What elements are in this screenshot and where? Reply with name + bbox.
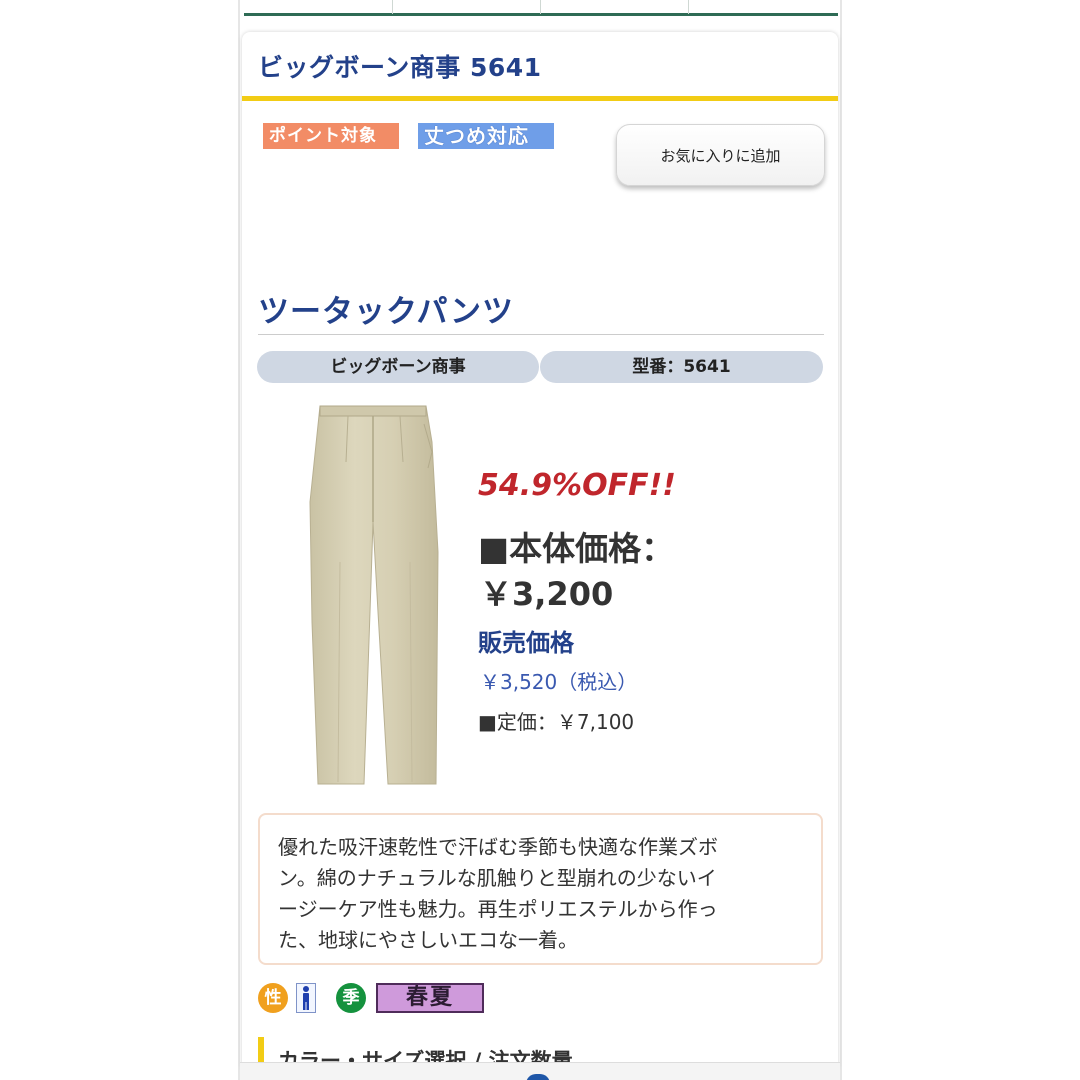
maker-label: ビッグボーン商事 — [257, 351, 539, 383]
bottom-bar — [240, 1062, 840, 1080]
point-badge: ポイント対象 — [263, 123, 399, 149]
discount-rate: 54.9%OFF!! — [478, 468, 676, 503]
shop-title: ビッグボーン商事 5641 — [258, 53, 542, 82]
body-price: ￥3,200 — [480, 575, 614, 613]
top-nav-bar[interactable] — [244, 0, 838, 16]
description-line: 優れた吸汗速乾性で汗ばむ季節も快適な作業ズボ — [278, 835, 718, 859]
nav-separator — [392, 0, 393, 14]
product-description: 優れた吸汗速乾性で汗ばむ季節も快適な作業ズボ ン。綿のナチュラルな肌触りと型崩れ… — [258, 813, 823, 965]
description-line: た、地球にやさしいエコな一着。 — [278, 928, 578, 952]
nav-separator — [540, 0, 541, 14]
nav-separator — [688, 0, 689, 14]
sale-price: ￥3,520（税込） — [480, 670, 638, 694]
list-price: ■定価：￥7,100 — [478, 710, 635, 734]
screen: ビッグボーン商事 5641 ポイント対象 丈つめ対応 お気に入りに追加 ツータッ… — [0, 0, 1080, 1080]
bottom-tab-icon[interactable] — [526, 1074, 550, 1080]
sale-price-label: 販売価格 — [478, 629, 574, 657]
right-margin — [840, 0, 842, 1080]
season-icon: 季 — [336, 983, 366, 1013]
product-card: ビッグボーン商事 5641 ポイント対象 丈つめ対応 お気に入りに追加 ツータッ… — [242, 32, 838, 1072]
left-margin — [238, 0, 240, 1080]
sex-icon: 性 — [258, 983, 288, 1013]
product-title: ツータックパンツ — [258, 294, 514, 330]
divider — [258, 334, 824, 335]
product-image[interactable] — [260, 402, 466, 790]
description-line: ージーケア性も魅力。再生ポリエステルから作っ — [278, 897, 718, 921]
description-line: ン。綿のナチュラルな肌触りと型崩れの少ないイ — [278, 866, 717, 890]
season-tag: 春夏 — [376, 983, 484, 1013]
body-price-label: ■本体価格： — [478, 529, 675, 568]
model-number-label: 型番：5641 — [540, 351, 823, 383]
man-icon — [296, 983, 316, 1013]
title-underline — [242, 96, 838, 101]
hem-adjust-badge: 丈つめ対応 — [418, 123, 554, 149]
add-to-favorites-button[interactable]: お気に入りに追加 — [616, 124, 825, 186]
